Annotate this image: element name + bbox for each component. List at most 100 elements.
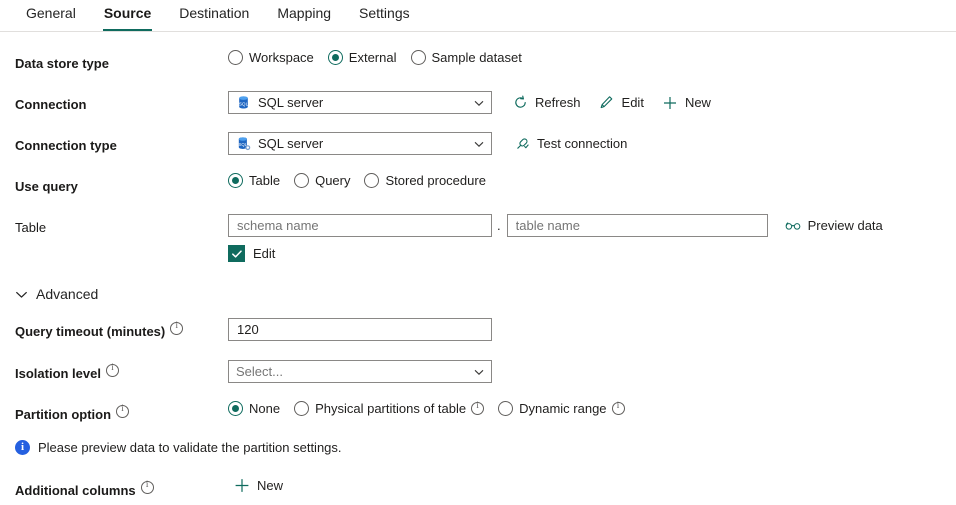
advanced-section-header[interactable]: Advanced <box>0 286 956 302</box>
tab-mapping-label: Mapping <box>277 5 331 21</box>
additional-columns-label: Additional columns <box>15 477 228 502</box>
connection-label: Connection <box>15 91 228 116</box>
query-timeout-input[interactable] <box>228 318 492 341</box>
tab-destination-label: Destination <box>179 5 249 21</box>
radio-query-label: Query <box>315 173 350 188</box>
tab-settings[interactable]: Settings <box>345 0 424 31</box>
refresh-icon <box>512 95 528 111</box>
table-name-input[interactable] <box>507 214 768 237</box>
tab-source-label: Source <box>104 5 151 21</box>
radio-stored-procedure[interactable]: Stored procedure <box>364 173 485 188</box>
radio-partition-physical-indicator <box>294 401 309 416</box>
tab-mapping[interactable]: Mapping <box>263 0 345 31</box>
radio-query[interactable]: Query <box>294 173 350 188</box>
tab-strip: General Source Destination Mapping Setti… <box>0 0 956 32</box>
data-store-type-radio-group: Workspace External Sample dataset <box>228 50 956 65</box>
additional-columns-commands: New <box>234 477 283 493</box>
checkmark-icon <box>228 245 245 262</box>
edit-connection-button[interactable]: Edit <box>599 95 644 111</box>
radio-external-indicator <box>328 50 343 65</box>
plus-icon <box>662 95 678 111</box>
source-form: Data store type Workspace External Sampl… <box>0 32 956 502</box>
row-connection: Connection SQL SQL server <box>0 91 956 116</box>
edit-connection-button-label: Edit <box>622 95 644 110</box>
row-query-timeout: Query timeout (minutes) <box>0 318 956 343</box>
info-icon[interactable] <box>170 322 183 335</box>
radio-workspace-label: Workspace <box>249 50 314 65</box>
radio-partition-dynamic-range[interactable]: Dynamic range <box>498 401 624 416</box>
partition-info-message-text: Please preview data to validate the part… <box>38 440 342 455</box>
connection-type-value: SQL server <box>258 136 473 151</box>
partition-option-label: Partition option <box>15 401 228 426</box>
radio-table[interactable]: Table <box>228 173 280 188</box>
tab-general[interactable]: General <box>12 0 90 31</box>
sql-database-linked-icon: SQL <box>236 136 251 151</box>
use-query-radio-group: Table Query Stored procedure <box>228 173 956 188</box>
info-icon[interactable] <box>612 402 625 415</box>
sql-database-icon: SQL <box>236 95 251 110</box>
row-connection-type: Connection type SQL SQL server <box>0 132 956 157</box>
connection-field: SQL SQL server <box>228 91 956 114</box>
additional-columns-field: New <box>228 477 956 493</box>
tab-source[interactable]: Source <box>90 0 165 31</box>
chevron-down-icon <box>473 366 485 378</box>
radio-partition-none[interactable]: None <box>228 401 280 416</box>
row-use-query: Use query Table Query Stored procedure <box>0 173 956 198</box>
chevron-down-icon <box>15 288 28 301</box>
radio-table-label: Table <box>249 173 280 188</box>
edit-checkbox-label: Edit <box>253 246 275 261</box>
preview-data-button[interactable]: Preview data <box>785 218 883 234</box>
new-connection-button-label: New <box>685 95 711 110</box>
radio-workspace[interactable]: Workspace <box>228 50 314 65</box>
row-data-store-type: Data store type Workspace External Sampl… <box>0 50 956 75</box>
row-isolation-level: Isolation level Select... <box>0 360 956 385</box>
query-timeout-field <box>228 318 956 341</box>
preview-data-button-label: Preview data <box>808 218 883 233</box>
info-icon[interactable] <box>141 481 154 494</box>
isolation-level-value: Select... <box>236 364 473 379</box>
radio-partition-physical-label: Physical partitions of table <box>315 401 466 416</box>
connection-type-dropdown[interactable]: SQL SQL server <box>228 132 492 155</box>
connection-type-commands: Test connection <box>514 136 627 152</box>
isolation-level-field: Select... <box>228 360 956 383</box>
radio-sample-dataset-indicator <box>411 50 426 65</box>
test-connection-button[interactable]: Test connection <box>514 136 627 152</box>
partition-info-message: Please preview data to validate the part… <box>0 440 956 455</box>
radio-partition-physical[interactable]: Physical partitions of table <box>294 401 484 416</box>
table-label: Table <box>15 214 228 239</box>
table-separator: . <box>497 215 501 237</box>
edit-checkbox[interactable]: Edit <box>228 245 275 262</box>
connection-type-field: SQL SQL server <box>228 132 956 155</box>
schema-name-input[interactable] <box>228 214 492 237</box>
data-store-type-label: Data store type <box>15 50 228 75</box>
pencil-icon <box>599 95 615 111</box>
new-connection-button[interactable]: New <box>662 95 711 111</box>
new-additional-column-button-label: New <box>257 478 283 493</box>
info-filled-icon <box>15 440 30 455</box>
new-additional-column-button[interactable]: New <box>234 477 283 493</box>
info-icon[interactable] <box>106 364 119 377</box>
radio-sample-dataset[interactable]: Sample dataset <box>411 50 522 65</box>
radio-table-indicator <box>228 173 243 188</box>
radio-partition-dynamic-range-indicator <box>498 401 513 416</box>
svg-text:SQL: SQL <box>239 102 249 107</box>
refresh-button[interactable]: Refresh <box>512 95 581 111</box>
plus-icon <box>234 477 250 493</box>
isolation-level-dropdown[interactable]: Select... <box>228 360 492 383</box>
radio-stored-procedure-label: Stored procedure <box>385 173 485 188</box>
row-table-edit-checkbox: Edit <box>0 245 956 267</box>
isolation-level-label: Isolation level <box>15 360 228 385</box>
info-icon[interactable] <box>116 405 129 418</box>
chevron-down-icon <box>473 97 485 109</box>
radio-query-indicator <box>294 173 309 188</box>
tab-destination[interactable]: Destination <box>165 0 263 31</box>
chevron-down-icon <box>473 138 485 150</box>
radio-stored-procedure-indicator <box>364 173 379 188</box>
radio-external[interactable]: External <box>328 50 397 65</box>
advanced-section-label: Advanced <box>36 286 98 302</box>
connection-dropdown[interactable]: SQL SQL server <box>228 91 492 114</box>
table-field: . Preview data <box>228 214 956 237</box>
info-icon[interactable] <box>471 402 484 415</box>
glasses-icon <box>785 218 801 234</box>
refresh-button-label: Refresh <box>535 95 581 110</box>
